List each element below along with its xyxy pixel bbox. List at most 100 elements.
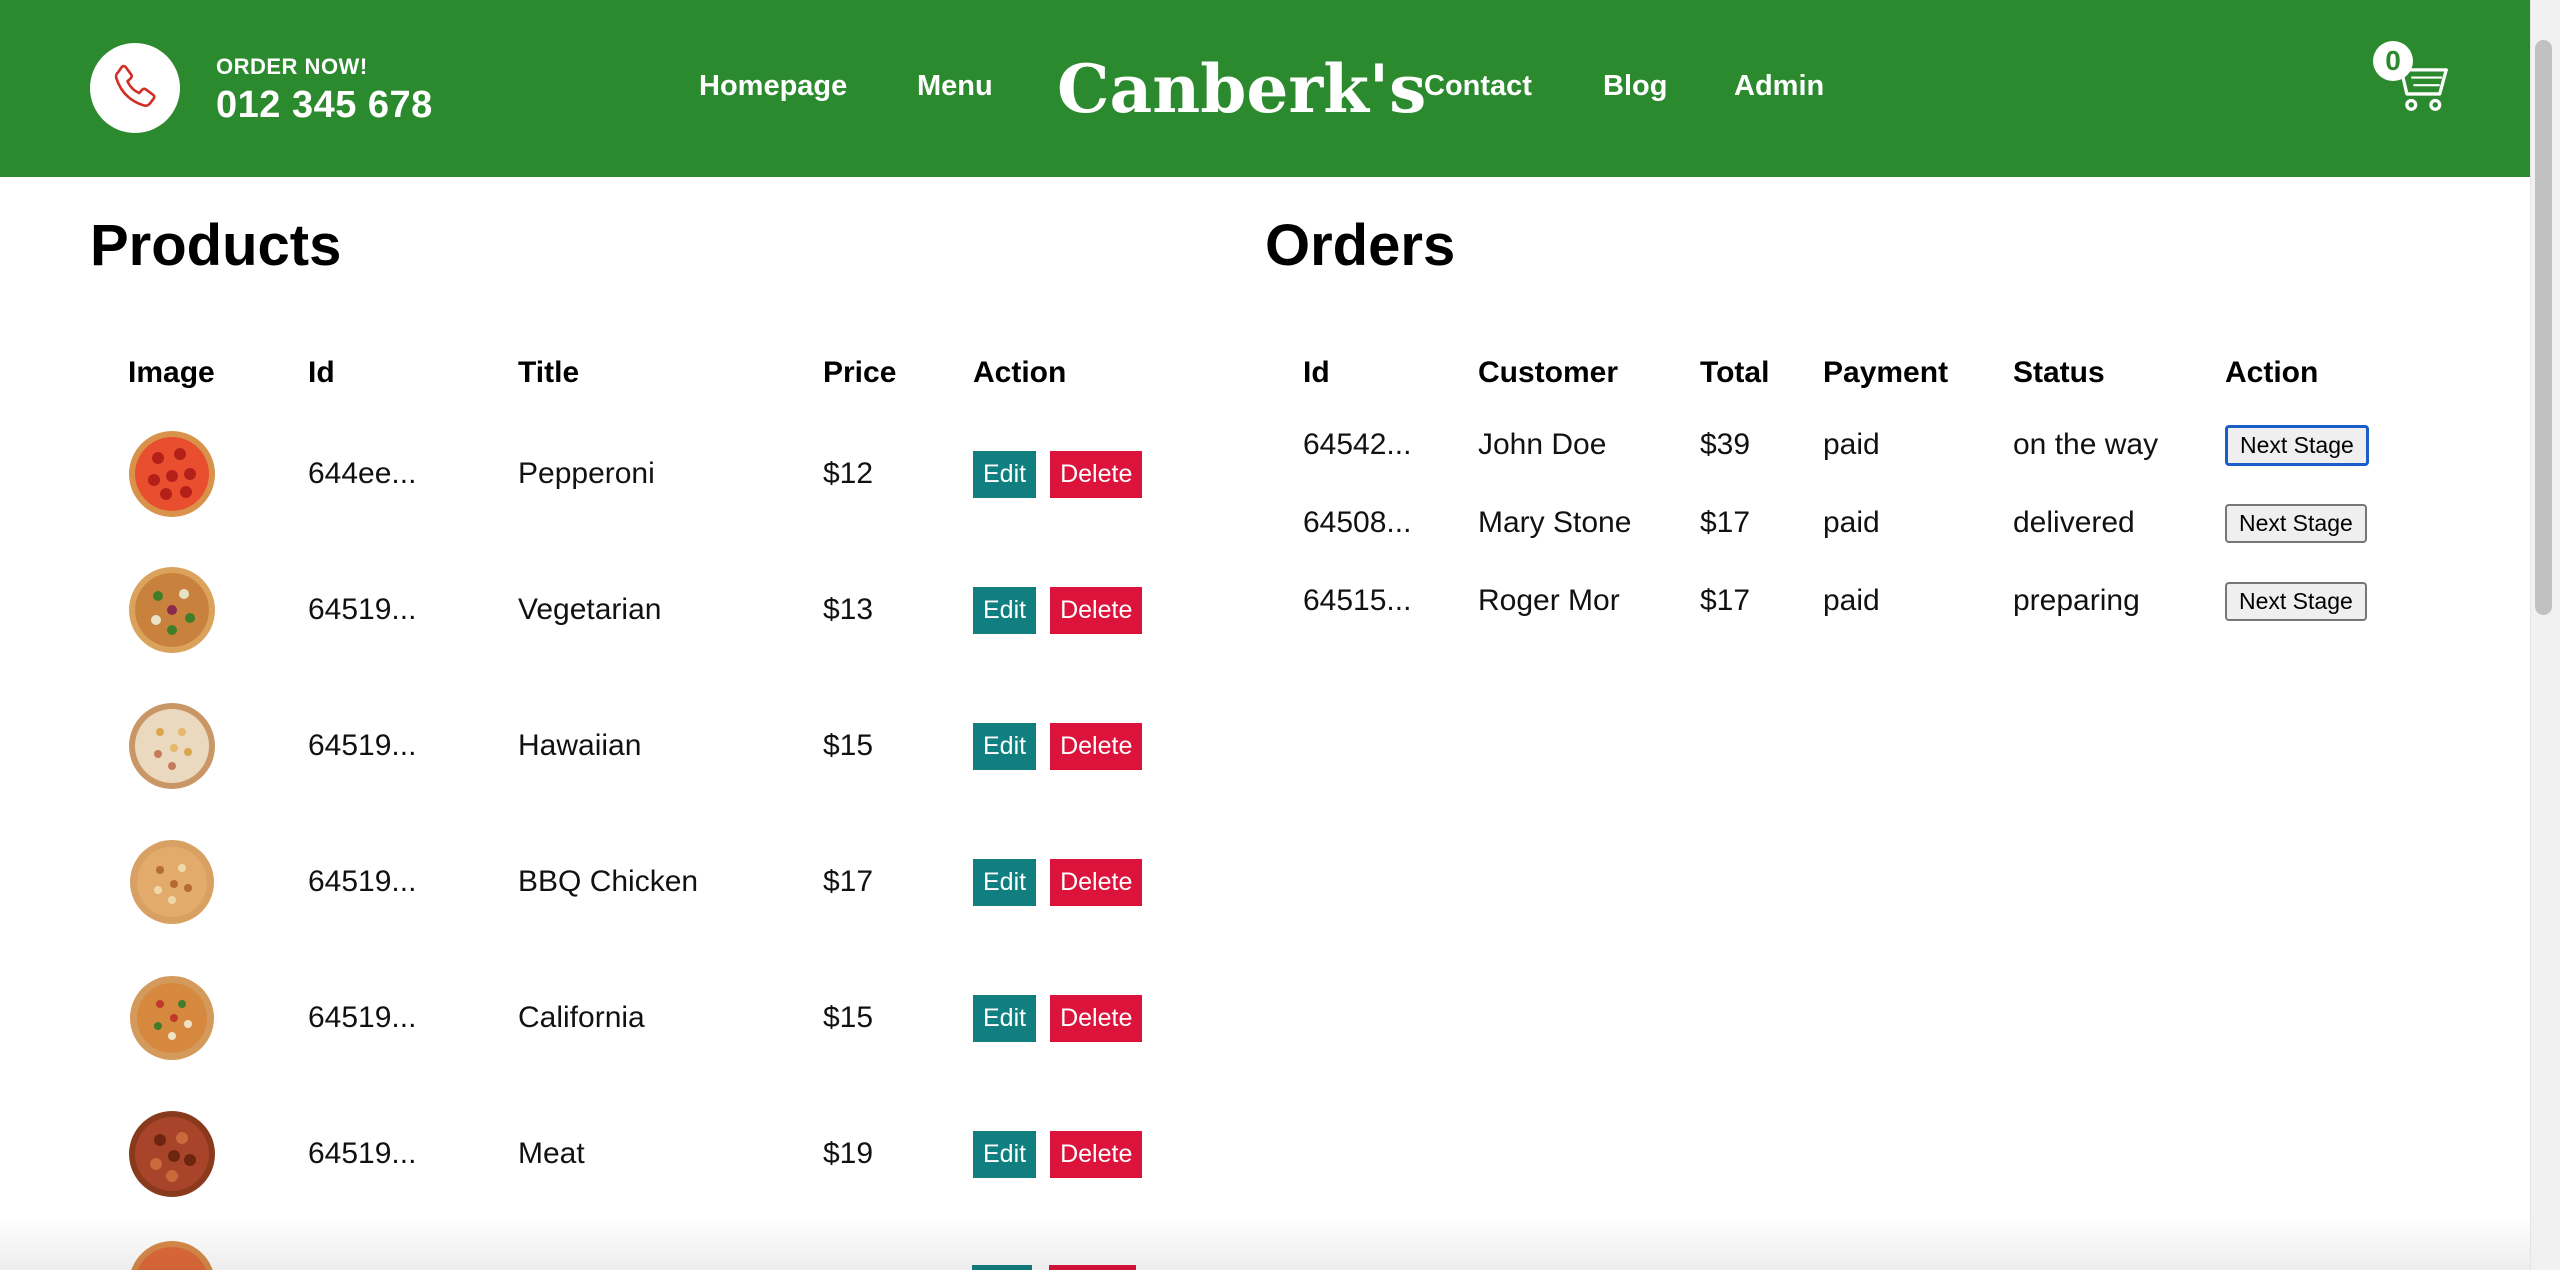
order-total: $39 [1700, 428, 1751, 461]
product-price: $15 [823, 1001, 874, 1034]
column-header-image: Image [128, 356, 215, 389]
next-stage-button[interactable]: Next Stage [2225, 503, 2367, 543]
column-header-total: Total [1700, 356, 1770, 389]
products-header-row: Image Id Title Price Action [90, 340, 1180, 406]
bbq-chicken-pizza-icon [130, 840, 214, 924]
table-row: 64519... California $15 Edit Delete [90, 950, 1180, 1086]
table-row: 64519... BBQ Chicken $17 Edit Delete [90, 814, 1180, 950]
order-status: delivered [2013, 506, 2135, 539]
delete-button-partial[interactable] [1049, 1265, 1136, 1270]
product-title: California [518, 1001, 645, 1034]
column-header-id: Id [1303, 356, 1330, 389]
product-id: 64519... [308, 865, 417, 898]
product-id: 644ee... [308, 457, 417, 490]
order-id: 64542... [1303, 428, 1412, 461]
edit-button[interactable]: Edit [973, 1130, 1037, 1178]
edit-button-partial[interactable] [972, 1265, 1032, 1270]
product-title: Pepperoni [518, 457, 655, 490]
column-header-action: Action [973, 356, 1067, 389]
order-customer: Mary Stone [1478, 506, 1632, 539]
meat-pizza-icon [129, 1111, 215, 1197]
column-header-price: Price [823, 356, 897, 389]
product-price: $19 [823, 1137, 874, 1170]
edit-button[interactable]: Edit [973, 586, 1037, 634]
product-image-cell [90, 814, 270, 950]
next-stage-button[interactable]: Next Stage [2225, 581, 2367, 621]
hawaiian-pizza-icon [129, 703, 215, 789]
scrollbar-thumb[interactable] [2535, 40, 2552, 615]
phone-number: 012 345 678 [216, 84, 433, 126]
product-image-cell [90, 950, 270, 1086]
product-price: $13 [823, 593, 874, 626]
column-header-id: Id [308, 356, 335, 389]
product-actions: Edit Delete [935, 1086, 1180, 1222]
delete-button[interactable]: Delete [1050, 722, 1143, 770]
product-title: BBQ Chicken [518, 865, 699, 898]
cart-count-badge: 0 [2373, 41, 2413, 81]
product-actions: Edit Delete [935, 814, 1180, 950]
edit-button[interactable]: Edit [973, 858, 1037, 906]
product-image-cell [90, 542, 270, 678]
column-header-title: Title [518, 356, 580, 389]
edit-button[interactable]: Edit [973, 450, 1037, 498]
order-total: $17 [1700, 584, 1751, 617]
product-price: $12 [823, 457, 874, 490]
table-row: 64519... Meat $19 Edit Delete [90, 1086, 1180, 1222]
products-title: Products [90, 213, 342, 278]
product-actions: Edit Delete [935, 678, 1180, 814]
product-price: $17 [823, 865, 874, 898]
nav-blog[interactable]: Blog [1603, 70, 1667, 103]
product-price: $15 [823, 729, 874, 762]
table-row: 64508... Mary Stone $17 paid delivered N… [1265, 484, 2387, 562]
product-actions: Edit Delete [935, 406, 1180, 542]
product-actions: Edit Delete [935, 950, 1180, 1086]
table-row: 64519... Vegetarian $13 Edit Delete [90, 542, 1180, 678]
california-pizza-icon [130, 976, 214, 1060]
next-stage-button[interactable]: Next Stage [2225, 424, 2369, 466]
product-id: 64519... [308, 729, 417, 762]
nav-contact[interactable]: Contact [1424, 70, 1532, 103]
product-image-cell [90, 1086, 270, 1222]
edit-button[interactable]: Edit [973, 994, 1037, 1042]
delete-button[interactable]: Delete [1050, 858, 1143, 906]
product-image-cell [90, 406, 270, 542]
order-total: $17 [1700, 506, 1751, 539]
table-row: 64542... John Doe $39 paid on the way Ne… [1265, 406, 2387, 484]
call-button[interactable] [90, 43, 180, 133]
product-id: 64519... [308, 1137, 417, 1170]
order-id: 64508... [1303, 506, 1412, 539]
order-payment: paid [1823, 506, 1880, 539]
products-table: Image Id Title Price Action 644ee... Pep… [90, 340, 1180, 1222]
delete-button[interactable]: Delete [1050, 994, 1143, 1042]
column-header-customer: Customer [1478, 356, 1619, 389]
orders-header-row: Id Customer Total Payment Status Action [1265, 340, 2387, 406]
order-customer: Roger Mor [1478, 584, 1620, 617]
orders-title: Orders [1265, 213, 1456, 278]
table-row: 64519... Hawaiian $15 Edit Delete [90, 678, 1180, 814]
order-action: Next Stage [2187, 562, 2387, 640]
nav-menu[interactable]: Menu [917, 70, 993, 103]
product-image-cell [90, 678, 270, 814]
order-customer: John Doe [1478, 428, 1607, 461]
orders-table: Id Customer Total Payment Status Action … [1265, 340, 2387, 640]
nav-homepage[interactable]: Homepage [699, 70, 847, 103]
edit-button[interactable]: Edit [973, 722, 1037, 770]
nav-admin[interactable]: Admin [1734, 70, 1824, 103]
product-id: 64519... [308, 1001, 417, 1034]
pepperoni-pizza-icon [129, 431, 215, 517]
delete-button[interactable]: Delete [1050, 450, 1143, 498]
order-payment: paid [1823, 428, 1880, 461]
table-row: 64515... Roger Mor $17 paid preparing Ne… [1265, 562, 2387, 640]
column-header-action: Action [2225, 356, 2319, 389]
order-now-label: ORDER NOW! [216, 54, 368, 79]
column-header-payment: Payment [1823, 356, 1949, 389]
product-actions: Edit Delete [935, 542, 1180, 678]
order-action: Next Stage [2187, 484, 2387, 562]
order-id: 64515... [1303, 584, 1412, 617]
delete-button[interactable]: Delete [1050, 586, 1143, 634]
delete-button[interactable]: Delete [1050, 1130, 1143, 1178]
table-row: 644ee... Pepperoni $12 Edit Delete [90, 406, 1180, 542]
column-header-status: Status [2013, 356, 2105, 389]
logo[interactable]: Canberk's [1057, 50, 1426, 128]
order-status: on the way [2013, 428, 2159, 461]
